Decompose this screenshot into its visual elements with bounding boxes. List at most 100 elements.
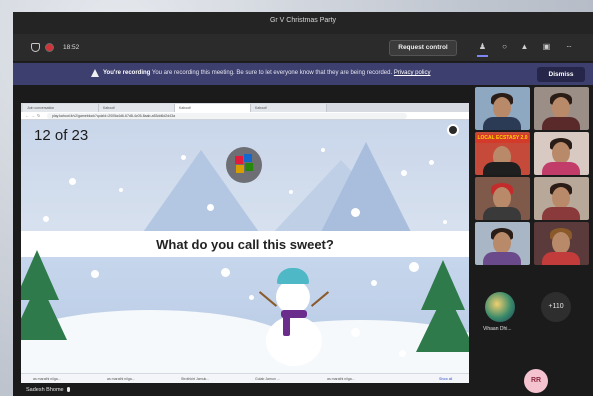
snowflake [91, 270, 99, 278]
participant-tile[interactable]: LOCAL ECSTASY 2.0 [475, 132, 530, 175]
warning-icon [91, 69, 99, 77]
presenter-name: Sadesh Bhome [26, 387, 64, 393]
participant-shirt [542, 252, 580, 265]
answer-chip: as marathi nilga... [107, 377, 135, 381]
shared-screen: Join conversation Kahoot! Kahoot! Kahoot… [21, 103, 469, 383]
snowflake [69, 178, 76, 185]
snowflake [371, 280, 377, 286]
snowflake [181, 155, 186, 160]
recording-banner: You're recording You are recording this … [13, 63, 593, 85]
logo-square [235, 156, 243, 164]
address-bar: ←→↻ play.kahoot.it/v2/gameblock?quizId=2… [21, 112, 469, 120]
participant-shirt [483, 252, 521, 265]
participant-avatar[interactable] [485, 292, 515, 322]
self-avatar[interactable]: RR [524, 369, 548, 393]
snowflake [249, 295, 254, 300]
snowflake [443, 220, 447, 224]
participant-face [493, 97, 511, 119]
answer-chip: as marathi nilga... [33, 377, 61, 381]
more-participants-button[interactable]: +110 [541, 292, 571, 322]
mountain [321, 142, 411, 232]
participant-face [493, 232, 511, 254]
participant-shirt [542, 162, 580, 175]
snowflake [399, 350, 406, 357]
share-screen-icon[interactable]: ▣ [541, 42, 552, 52]
recording-notice: You're recording You are recording this … [103, 70, 431, 76]
participant-tile[interactable] [534, 177, 589, 220]
meeting-timer: 18:52 [63, 44, 80, 51]
snowman-scarf-tail [283, 314, 290, 336]
snowflake [119, 188, 123, 192]
request-control-button[interactable]: Request control [389, 40, 457, 56]
answer-chip: as marathi nilga... [327, 377, 355, 381]
snowflake [321, 148, 325, 152]
participant-tile[interactable] [534, 87, 589, 130]
participant-face [552, 232, 570, 254]
snowman-head [276, 280, 310, 314]
mic-icon [66, 387, 70, 392]
participant-face [552, 187, 570, 209]
participant-tile[interactable] [475, 87, 530, 130]
kahoot-game-view: 12 of 23 What do you call this sweet? as… [21, 120, 469, 383]
participant-shirt [542, 117, 580, 130]
shield-icon[interactable] [31, 43, 40, 52]
participant-tile[interactable] [534, 132, 589, 175]
chat-icon[interactable]: ○ [499, 42, 510, 52]
answer-chip: Gulab Jamun ... [255, 377, 280, 381]
more-options-icon[interactable]: ··· [563, 42, 574, 52]
participant-face [552, 142, 570, 164]
recording-notice-strong: You're recording [103, 70, 151, 76]
background-banner: LOCAL ECSTASY 2.0 [475, 134, 530, 143]
snowflake [429, 160, 434, 165]
participant-tile[interactable] [475, 177, 530, 220]
browser-tab-active[interactable]: Kahoot! [175, 104, 251, 112]
answer-chip: Strothkirt Jamuk... [181, 377, 210, 381]
participant-gallery: LOCAL ECSTASY 2.0 Vihaan Dhi... +110 RR [471, 85, 593, 396]
logo-square [245, 163, 253, 171]
window-title: Gr V Christmas Party [269, 17, 337, 24]
people-icon[interactable]: ♟ [477, 42, 488, 57]
participant-face [552, 97, 570, 119]
question-counter: 12 of 23 [34, 127, 89, 144]
snowflake [409, 262, 419, 272]
browser-tab[interactable]: Join conversation [23, 104, 99, 112]
meeting-toolbar: 18:52 Request control ♟ ○ ▲ ▣ ··· [13, 34, 593, 62]
browser-nav-icons[interactable]: ←→↻ [25, 113, 42, 118]
snowflake [43, 216, 49, 222]
snowflake [221, 268, 230, 277]
question-band: What do you call this sweet? [21, 231, 469, 257]
recording-notice-text: You are recording this meeting. Be sure … [150, 70, 393, 76]
participant-shirt [542, 207, 580, 220]
presenter-label: Sadesh Bhome [26, 387, 70, 393]
snowflake [351, 208, 360, 217]
snowflake [351, 328, 360, 337]
url-field[interactable]: play.kahoot.it/v2/gameblock?quizId=2005a… [47, 113, 407, 119]
dismiss-button[interactable]: Dismiss [537, 67, 585, 82]
participant-tile[interactable] [475, 222, 530, 265]
participant-shirt [483, 207, 521, 220]
participant-tile[interactable] [534, 222, 589, 265]
timer-icon [447, 124, 459, 136]
pine-tree [21, 280, 67, 340]
shared-screen-stage: Join conversation Kahoot! Kahoot! Kahoot… [13, 85, 471, 396]
answer-bar: as marathi nilga... as marathi nilga... … [21, 373, 469, 383]
teams-meeting-window: Gr V Christmas Party 18:52 Request contr… [13, 12, 593, 396]
snowflake [289, 190, 293, 194]
browser-tab[interactable]: Kahoot! [99, 104, 175, 112]
show-all-link[interactable]: Show all [439, 376, 452, 382]
privacy-policy-link[interactable]: Privacy policy [394, 70, 431, 76]
snowflake [401, 170, 407, 176]
pine-tree [416, 290, 469, 352]
question-text: What do you call this sweet? [156, 237, 334, 252]
participant-face [493, 187, 511, 209]
react-icon[interactable]: ▲ [519, 42, 530, 52]
participant-name: Vihaan Dhi... [483, 326, 512, 332]
logo-square [236, 165, 244, 173]
title-bar: Gr V Christmas Party [13, 12, 593, 34]
logo-square [244, 154, 252, 162]
snowman-body [266, 316, 322, 366]
snowflake [207, 204, 214, 211]
browser-tab-strip: Join conversation Kahoot! Kahoot! Kahoot… [21, 103, 469, 112]
browser-tab[interactable]: Kahoot! [251, 104, 327, 112]
participant-shirt [483, 162, 521, 175]
